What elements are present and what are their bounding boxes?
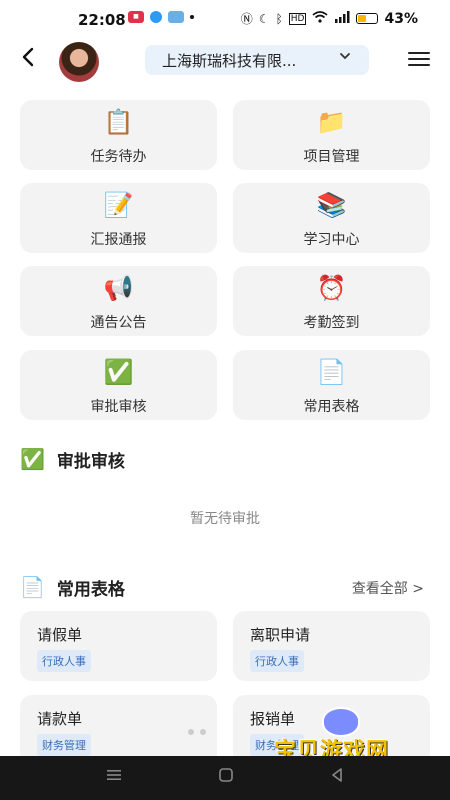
memo-icon: 📝 [103, 191, 134, 219]
menu-line [408, 64, 430, 66]
bluetooth-icon: ᛒ [275, 11, 283, 26]
check-mark-icon: ✅ [20, 447, 45, 471]
form-tag: 行政人事 [250, 650, 304, 672]
tile-label: 审批审核 [90, 399, 147, 415]
form-title: 报销单 [250, 710, 296, 728]
tile-label: 学习中心 [303, 232, 360, 248]
system-icons: Ⓝ ☾ ᛒ HD 43% [241, 10, 418, 27]
cloud-app-icon [150, 11, 162, 23]
system-navigation-bar [0, 756, 450, 800]
chevron-down-icon [339, 50, 351, 66]
section-title: 审批审核 [56, 451, 125, 472]
approval-section-header: ✅ 审批审核 [20, 444, 125, 474]
triangle-back-icon [332, 768, 342, 782]
megaphone-icon: 📢 [103, 274, 134, 302]
empty-state-text: 暂无待审批 [190, 511, 260, 527]
clipboard-icon: 📋 [103, 108, 134, 136]
nfc-icon: Ⓝ [240, 12, 253, 26]
check-mark-icon: ✅ [103, 358, 134, 386]
tile-label: 考勤签到 [303, 315, 360, 331]
tile-label: 项目管理 [303, 149, 360, 165]
form-title: 离职申请 [250, 626, 311, 644]
tile-learning-center[interactable]: 📚 学习中心 [233, 183, 430, 253]
document-icon: 📄 [316, 358, 347, 386]
tile-label: 常用表格 [303, 399, 360, 415]
dot-icon [188, 729, 194, 735]
form-card-resignation[interactable]: 离职申请 行政人事 [233, 611, 430, 681]
square-icon [219, 768, 233, 782]
hd-icon: HD [288, 12, 307, 25]
app-notification-icon: ■ [128, 11, 144, 23]
menu-line [408, 52, 430, 54]
forms-section-header: 📄 常用表格 [20, 572, 125, 602]
back-button[interactable] [20, 46, 36, 74]
form-title: 请款单 [37, 710, 83, 728]
menu-line [408, 58, 430, 60]
status-time: 22:08 [78, 11, 126, 29]
tile-common-forms[interactable]: 📄 常用表格 [233, 350, 430, 420]
section-title: 常用表格 [56, 579, 125, 600]
tile-label: 任务待办 [90, 149, 147, 165]
tile-label: 通告公告 [90, 315, 147, 331]
menu-icon [107, 770, 121, 780]
status-bar: 22:08 ■ Ⓝ ☾ ᛒ HD 43% [0, 0, 450, 38]
avatar[interactable] [59, 42, 99, 82]
tile-approval[interactable]: ✅ 审批审核 [20, 350, 217, 420]
battery-icon [356, 13, 379, 24]
signal-icon [334, 11, 350, 26]
recent-apps-button[interactable] [106, 767, 122, 786]
home-button[interactable] [218, 767, 234, 787]
hamburger-menu-button[interactable] [408, 52, 430, 68]
document-icon: 📄 [20, 575, 45, 599]
folder-icon: 📁 [316, 108, 347, 136]
chevron-left-icon [22, 47, 34, 67]
form-card-leave[interactable]: 请假单 行政人事 [20, 611, 217, 681]
company-name: 上海斯瑞科技有限... [162, 51, 297, 70]
dot-icon [200, 729, 206, 735]
form-tag: 财务管理 [37, 734, 91, 756]
battery-percent: 43% [384, 10, 418, 27]
notification-icons: ■ [128, 11, 194, 23]
form-card-reimbursement[interactable]: 报销单 财务管理 [233, 695, 430, 765]
company-selector[interactable]: 上海斯瑞科技有限... [145, 45, 369, 75]
dot-icon [190, 15, 194, 19]
app-header: 上海斯瑞科技有限... [0, 38, 450, 84]
moon-icon: ☾ [258, 11, 270, 26]
books-icon: 📚 [316, 191, 347, 219]
alarm-clock-icon: ⏰ [316, 274, 347, 302]
wifi-icon [312, 11, 329, 26]
tile-task-todo[interactable]: 📋 任务待办 [20, 100, 217, 170]
tile-announcements[interactable]: 📢 通告公告 [20, 266, 217, 336]
page-dots [188, 729, 206, 735]
tile-attendance[interactable]: ⏰ 考勤签到 [233, 266, 430, 336]
form-tag: 财务管理 [250, 734, 304, 756]
back-nav-button[interactable] [330, 767, 344, 787]
form-title: 请假单 [37, 626, 83, 644]
tile-reports[interactable]: 📝 汇报通报 [20, 183, 217, 253]
form-tag: 行政人事 [37, 650, 91, 672]
weather-app-icon [168, 11, 184, 23]
view-all-link[interactable]: 查看全部 > [352, 578, 424, 598]
tile-label: 汇报通报 [90, 232, 147, 248]
tile-project-management[interactable]: 📁 项目管理 [233, 100, 430, 170]
